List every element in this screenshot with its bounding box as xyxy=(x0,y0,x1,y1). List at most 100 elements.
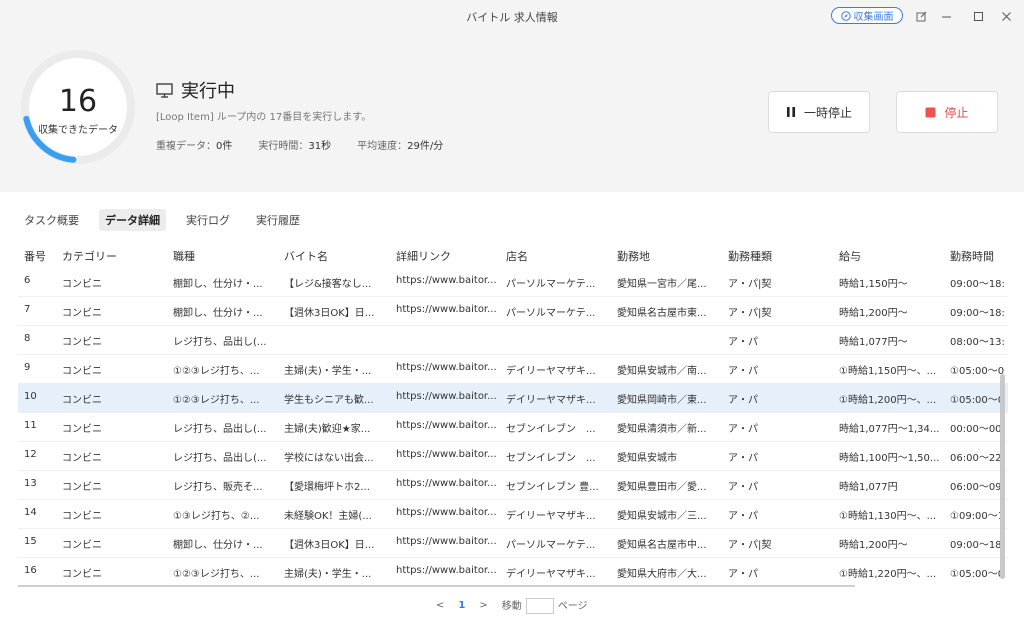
table-row[interactable]: 7 コンビニ 棚卸し、仕分け・... 【週休3日OK】日... https://www.… xyxy=(18,296,1008,326)
cell-col-job-name: 学生もシニアも歓... xyxy=(284,395,374,406)
cell-col-store-name: パーソルマーケテ... xyxy=(506,540,596,551)
table-row[interactable]: 6 コンビニ 棚卸し、仕分け・... 【レジ&接客なし... https://www.b… xyxy=(18,267,1008,297)
cell-col-work-hours: 09:00～18: xyxy=(950,279,1005,290)
table-row[interactable]: 13 コンビニ レジ打ち、販売そ... 【愛環梅坪トホ2... https://www.… xyxy=(18,470,1008,500)
cell-col-category: コンビニ xyxy=(62,308,102,319)
current-page[interactable]: 1 xyxy=(458,600,465,611)
cell-col-job-name: 【愛環梅坪トホ2... xyxy=(284,482,370,493)
table-row[interactable]: 14 コンビニ ①③レジ打ち、②... 未経験OK！主婦(... https://www… xyxy=(18,499,1008,529)
cell-col-location: 愛知県名古屋市東... xyxy=(617,308,707,319)
run-stats: 重複データ：0件 実行時間：31秒 平均速度：29件/分 xyxy=(156,137,443,152)
cell-col-number: 11 xyxy=(24,420,37,431)
next-page-icon[interactable]: > xyxy=(479,600,487,611)
cell-col-location: 愛知県岡崎市／東... xyxy=(617,395,707,406)
cell-col-job-type: 棚卸し、仕分け・... xyxy=(173,308,263,319)
cell-col-detail-link: https://www.baitor... xyxy=(396,362,497,373)
cell-col-number: 6 xyxy=(24,275,31,286)
table-row[interactable]: 8 コンビニ レジ打ち、品出し(... ア・パ 時給1,077円～ 08:00～13: xyxy=(18,325,1008,355)
cell-col-store-name: セブンイレブン 豊... xyxy=(506,482,599,493)
header-col-location[interactable]: 勤務地 xyxy=(617,248,722,264)
cell-col-employment-type: ア・パ xyxy=(728,569,758,580)
cell-col-job-name: 学校にはない出会... xyxy=(284,453,374,464)
tab-task-overview[interactable]: タスク概要 xyxy=(18,209,85,231)
cell-col-number: 8 xyxy=(24,333,31,344)
cell-col-salary: 時給1,200円～ xyxy=(839,308,908,319)
table-row[interactable]: 16 コンビニ ①②③レジ打ち、... 主婦(夫)・学生・... https://www… xyxy=(18,557,1008,584)
table-row[interactable]: 10 コンビニ ①②③レジ打ち、... 学生もシニアも歓... https://www.… xyxy=(18,383,1008,413)
cell-col-salary: 時給1,077円 xyxy=(839,482,898,493)
pause-icon xyxy=(786,107,795,117)
table-row[interactable]: 15 コンビニ 棚卸し、仕分け・... 【週休3日OK】日... https://www… xyxy=(18,528,1008,558)
page-suffix: ページ xyxy=(557,601,588,612)
prev-page-icon[interactable]: < xyxy=(436,600,444,611)
tab-run-history[interactable]: 実行履歴 xyxy=(250,209,306,231)
collect-view-button[interactable]: 収集画面 xyxy=(831,7,903,24)
cell-col-category: コンビニ xyxy=(62,279,102,290)
cell-col-location: 愛知県一宮市／尾... xyxy=(617,279,707,290)
cell-col-detail-link: https://www.baitor... xyxy=(396,449,497,460)
header-col-job-type[interactable]: 職種 xyxy=(173,248,278,264)
cell-col-category: コンビニ xyxy=(62,540,102,551)
header-col-detail-link[interactable]: 詳細リンク xyxy=(396,248,501,264)
stop-label: 停止 xyxy=(944,105,969,120)
header-col-salary[interactable]: 給与 xyxy=(839,248,944,264)
cell-col-location: 愛知県名古屋市中... xyxy=(617,540,707,551)
minimize-icon[interactable] xyxy=(936,6,956,26)
header-col-job-name[interactable]: バイト名 xyxy=(284,248,389,264)
cell-col-detail-link: https://www.baitor... xyxy=(396,536,497,547)
header-col-number[interactable]: 番号 xyxy=(24,248,54,264)
cell-col-category: コンビニ xyxy=(62,453,102,464)
run-status: 実行中 xyxy=(156,77,235,103)
header-col-work-hours[interactable]: 勤務時間 xyxy=(950,248,1008,264)
cell-col-employment-type: ア・パ xyxy=(728,453,758,464)
header-col-store-name[interactable]: 店名 xyxy=(506,248,611,264)
pause-label: 一時停止 xyxy=(803,105,852,120)
cell-col-store-name: デイリーヤマザキ... xyxy=(506,569,596,580)
cell-col-job-name: 【週休3日OK】日... xyxy=(284,308,375,319)
cell-col-job-name: 主婦(夫)・学生・... xyxy=(284,569,372,580)
cell-col-store-name: デイリーヤマザキ... xyxy=(506,511,596,522)
cell-col-job-type: レジ打ち、品出し(... xyxy=(173,424,267,435)
cell-col-detail-link: https://www.baitor... xyxy=(396,478,497,489)
tab-data-details[interactable]: データ詳細 xyxy=(99,209,166,231)
header-col-employment-type[interactable]: 勤務種類 xyxy=(728,248,833,264)
cell-col-category: コンビニ xyxy=(62,366,102,377)
cell-col-salary: 時給1,077円～ xyxy=(839,337,908,348)
cell-col-detail-link: https://www.baitor... xyxy=(396,304,497,315)
table-row[interactable]: 9 コンビニ ①②③レジ打ち、... 主婦(夫)・学生・... https://www.… xyxy=(18,354,1008,384)
cell-col-salary: 時給1,200円～ xyxy=(839,540,908,551)
cell-col-location: 愛知県安城市／三... xyxy=(617,511,707,522)
cell-col-number: 12 xyxy=(24,449,37,460)
cell-col-job-type: レジ打ち、品出し(... xyxy=(173,337,267,348)
cell-col-job-type: ①②③レジ打ち、... xyxy=(173,366,260,377)
maximize-icon[interactable] xyxy=(968,6,988,26)
close-icon[interactable] xyxy=(996,6,1016,26)
pause-button[interactable]: 一時停止 xyxy=(768,91,870,133)
cell-col-job-name: 【レジ&接客なし... xyxy=(284,279,372,290)
tab-run-log[interactable]: 実行ログ xyxy=(180,209,236,231)
vertical-scrollbar[interactable] xyxy=(1000,374,1005,579)
stat-run-time: 実行時間：31秒 xyxy=(258,141,332,152)
status-label: 実行中 xyxy=(181,81,235,102)
table-row[interactable]: 11 コンビニ レジ打ち、品出し(... 主婦(夫)歓迎★家... https://ww… xyxy=(18,412,1008,442)
cell-col-employment-type: ア・パ xyxy=(728,511,758,522)
horizontal-scrollbar[interactable] xyxy=(18,585,855,587)
cell-col-salary: ①時給1,200円～、... xyxy=(839,395,937,406)
cell-col-employment-type: ア・パ|契 xyxy=(728,540,772,551)
cell-col-location: 愛知県大府市／大... xyxy=(617,569,707,580)
cell-col-employment-type: ア・パ xyxy=(728,337,758,348)
goto-page: 移動 ページ xyxy=(502,597,588,614)
cell-col-store-name: セブンイレブン ... xyxy=(506,453,596,464)
stat-duplicates: 重複データ：0件 xyxy=(156,141,233,152)
stop-button[interactable]: 停止 xyxy=(896,91,998,133)
edit-icon[interactable] xyxy=(911,6,931,26)
cell-col-employment-type: ア・パ xyxy=(728,366,758,377)
cell-col-location: 愛知県安城市 xyxy=(617,453,677,464)
cell-col-store-name: デイリーヤマザキ... xyxy=(506,395,596,406)
header-col-category[interactable]: カテゴリー xyxy=(62,248,167,264)
cell-col-detail-link: https://www.baitor... xyxy=(396,565,497,576)
detail-tabs: タスク概要 データ詳細 実行ログ 実行履歴 xyxy=(18,209,320,231)
cell-col-employment-type: ア・パ xyxy=(728,482,758,493)
goto-page-input[interactable] xyxy=(525,598,554,614)
table-row[interactable]: 12 コンビニ レジ打ち、品出し(... 学校にはない出会... https://www… xyxy=(18,441,1008,471)
